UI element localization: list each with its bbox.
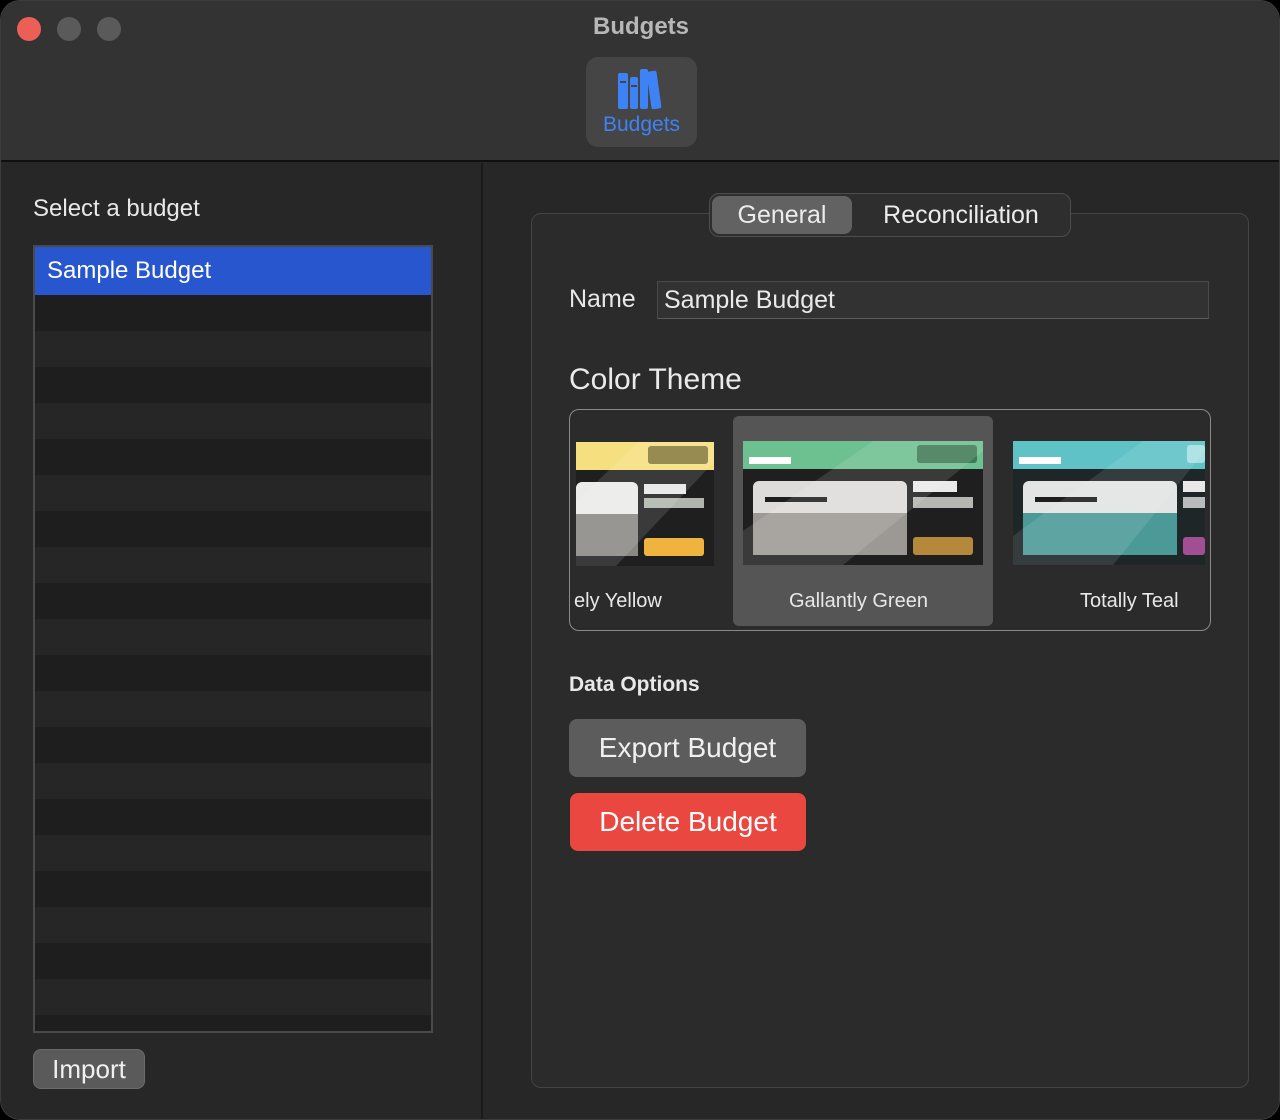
empty-list-row <box>35 511 431 547</box>
books-icon <box>616 65 666 116</box>
import-button[interactable]: Import <box>33 1049 145 1089</box>
empty-list-row <box>35 583 431 619</box>
theme-preview-teal <box>1013 441 1205 565</box>
budget-list[interactable]: Sample Budget <box>33 245 433 1033</box>
empty-list-row <box>35 655 431 691</box>
theme-preview-green <box>743 441 983 565</box>
budgets-window: Budgets Budgets Select a budget Sample B… <box>0 0 1280 1120</box>
color-theme-picker[interactable]: ely Yellow Gallantly Green Totally Teal <box>569 409 1211 631</box>
color-theme-heading: Color Theme <box>569 363 742 396</box>
empty-list-row <box>35 907 431 943</box>
settings-tabs: General Reconciliation <box>709 193 1071 237</box>
empty-list-row <box>35 475 431 511</box>
title-bar: Budgets Budgets <box>1 1 1279 162</box>
empty-list-row <box>35 799 431 835</box>
delete-budget-button[interactable]: Delete Budget <box>570 793 806 851</box>
theme-name-yellow: ely Yellow <box>574 590 662 612</box>
empty-list-row <box>35 331 431 367</box>
split-view-divider[interactable] <box>481 163 483 1119</box>
data-options-heading: Data Options <box>569 673 700 696</box>
select-budget-heading: Select a budget <box>33 195 200 222</box>
empty-list-row <box>35 403 431 439</box>
empty-list-row <box>35 871 431 907</box>
theme-preview-yellow <box>576 442 714 566</box>
empty-list-row <box>35 727 431 763</box>
settings-group-box <box>531 213 1249 1088</box>
theme-option-yellow[interactable]: ely Yellow <box>570 410 730 630</box>
empty-list-row <box>35 691 431 727</box>
empty-list-row <box>35 835 431 871</box>
empty-list-row <box>35 943 431 979</box>
theme-name-green: Gallantly Green <box>789 590 928 612</box>
empty-list-row <box>35 547 431 583</box>
empty-list-row <box>35 439 431 475</box>
empty-list-row <box>35 619 431 655</box>
name-label: Name <box>569 285 636 313</box>
tab-reconciliation[interactable]: Reconciliation <box>858 196 1064 234</box>
theme-option-teal[interactable]: Totally Teal <box>1006 410 1210 630</box>
tab-general[interactable]: General <box>712 196 852 234</box>
toolbar-item-label: Budgets <box>602 113 681 136</box>
empty-list-row <box>35 979 431 1015</box>
theme-option-green[interactable]: Gallantly Green <box>733 416 993 626</box>
theme-name-teal: Totally Teal <box>1080 590 1179 612</box>
export-budget-button[interactable]: Export Budget <box>569 719 806 777</box>
budget-name-field[interactable]: Sample Budget <box>657 281 1209 319</box>
empty-list-row <box>35 763 431 799</box>
empty-list-row <box>35 367 431 403</box>
window-title: Budgets <box>593 13 689 40</box>
toolbar-item-budgets[interactable]: Budgets <box>586 57 697 147</box>
budget-list-item[interactable]: Sample Budget <box>35 247 431 295</box>
empty-list-row <box>35 1015 431 1031</box>
empty-list-row <box>35 295 431 331</box>
budget-list-pane: Select a budget Sample Budget Import <box>1 163 481 1119</box>
